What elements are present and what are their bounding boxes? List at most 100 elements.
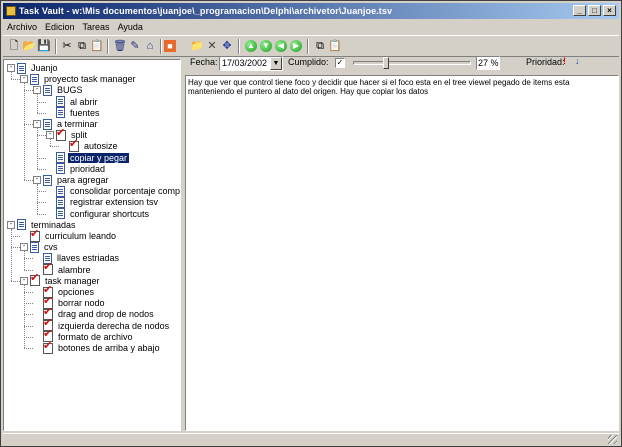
close-button[interactable]: × — [603, 5, 616, 16]
percent-slider-track[interactable] — [353, 61, 471, 65]
tree-expander-icon[interactable]: - — [33, 120, 41, 128]
tree-node[interactable]: - BUGS — [33, 84, 85, 96]
open-icon[interactable]: 📂 — [22, 39, 36, 53]
tree-node[interactable]: ✔ izquierda derecha de nodos — [33, 318, 171, 332]
stop-icon[interactable]: ■ — [164, 40, 176, 52]
cumplido-checkbox[interactable]: ✓ — [335, 58, 345, 68]
tree-connector — [37, 135, 46, 137]
tree-node-label[interactable]: al abrir — [68, 97, 100, 107]
tree-node-label[interactable]: Juanjo — [29, 63, 60, 73]
chevron-down-icon[interactable]: ▼ — [270, 57, 282, 70]
tree-node[interactable]: copiar y pegar — [46, 152, 130, 164]
arrow-left-icon[interactable]: ◀ — [274, 39, 288, 53]
cut-icon[interactable]: ✂ — [60, 39, 74, 53]
notes-editor[interactable]: Hay que ver que control tiene foco y dec… — [185, 75, 619, 431]
tree-node[interactable]: - ✔ split — [46, 126, 89, 141]
paste-task-icon[interactable]: 📋 — [328, 39, 342, 53]
tree-node-label[interactable]: borrar nodo — [56, 298, 107, 308]
tree-node[interactable]: -a terminar — [33, 118, 100, 130]
move-icon[interactable]: ✥ — [220, 39, 234, 53]
tree-node[interactable]: - para agregar — [33, 174, 111, 186]
tree-node-label[interactable]: copiar y pegar — [68, 152, 130, 163]
arrow-right-icon[interactable]: ▶ — [289, 39, 303, 53]
tree-expander-icon[interactable]: - — [46, 131, 54, 140]
title-bar[interactable]: Task Vault - w:\Mis documentos\juanjoe\_… — [3, 3, 619, 19]
tree-node[interactable]: - proyecto task manager — [20, 73, 138, 85]
tree-node[interactable]: ✔ curriculum leando — [20, 228, 118, 242]
tree-node[interactable]: consolidar porcentaje completa — [46, 185, 180, 197]
save-icon[interactable]: 💾 — [37, 39, 51, 53]
tree-node-label[interactable]: izquierda derecha de nodos — [56, 321, 171, 331]
tree-connector — [50, 139, 51, 147]
tree-node[interactable]: ✔ alambre — [33, 262, 93, 276]
tree-expander-icon[interactable]: - — [20, 276, 28, 285]
minimize-button[interactable]: _ — [573, 5, 586, 16]
tree-node-label[interactable]: llaves estriadas — [55, 253, 121, 263]
tree-node-label[interactable]: cvs — [42, 242, 60, 252]
tree-node-label[interactable]: para agregar — [55, 175, 111, 185]
priority-low-icon[interactable]: ↓ — [575, 56, 580, 66]
tree-node-label[interactable]: formato de archivo — [56, 332, 135, 342]
status-bar — [3, 433, 619, 445]
task-tree[interactable]: - Juanjo - proyecto task manager - BUGS al abr… — [3, 59, 181, 431]
tree-node-label[interactable]: alambre — [56, 265, 93, 275]
tree-node-label[interactable]: consolidar porcentaje completa — [68, 186, 180, 196]
maximize-button[interactable]: □ — [588, 5, 601, 16]
tree-node[interactable]: - Juanjo — [7, 62, 60, 74]
tree-connector — [24, 258, 33, 260]
resize-grip[interactable] — [608, 435, 617, 444]
tree-node-label[interactable]: prioridad — [68, 164, 107, 174]
home-icon[interactable]: ⌂ — [143, 39, 157, 53]
tree-node[interactable]: fuentes — [46, 107, 102, 119]
tree-node[interactable]: configurar shortcuts — [46, 208, 151, 220]
tree-node-label[interactable]: fuentes — [68, 108, 102, 118]
task-document-icon — [17, 219, 26, 231]
new-icon[interactable]: 🗋 — [7, 39, 21, 53]
arrow-up-icon[interactable]: ▲ — [244, 39, 258, 53]
tree-node-label[interactable]: registrar extension tsv — [68, 197, 160, 207]
tree-node[interactable]: al abrir — [46, 96, 100, 108]
menu-edicion[interactable]: Edicion — [45, 22, 75, 32]
menu-tareas[interactable]: Tareas — [83, 22, 110, 32]
open-folder-icon[interactable]: 📁 — [190, 39, 204, 53]
arrow-down-icon[interactable]: ▼ — [259, 39, 273, 53]
percent-field[interactable]: 27 % — [476, 56, 500, 70]
fecha-label: Fecha: — [190, 57, 218, 67]
tree-node-label[interactable]: autosize — [82, 141, 120, 151]
menu-ayuda[interactable]: Ayuda — [118, 22, 143, 32]
tree-node-label[interactable]: opciones — [56, 287, 96, 297]
tree-node-label[interactable]: curriculum leando — [43, 231, 118, 241]
tree-node[interactable]: prioridad — [46, 163, 107, 175]
tree-node-label[interactable]: proyecto task manager — [42, 74, 138, 84]
tree-node[interactable]: - terminadas — [7, 219, 78, 231]
tree-expander-icon[interactable]: - — [20, 75, 28, 84]
tree-connector — [24, 269, 33, 271]
tree-connector — [37, 94, 38, 113]
paste-icon[interactable]: 📋 — [90, 39, 104, 53]
tree-expander-icon[interactable]: - — [33, 176, 41, 184]
tree-node-label[interactable]: BUGS — [55, 85, 85, 95]
tree-node-label[interactable]: configurar shortcuts — [68, 209, 151, 219]
percent-slider-thumb[interactable] — [383, 57, 390, 69]
checkmark-icon: ✔ — [56, 126, 66, 139]
tree-expander-icon[interactable]: - — [7, 220, 15, 229]
tree-node[interactable]: ✔ autosize — [59, 138, 120, 152]
tree-connector — [11, 72, 12, 80]
tree-node[interactable]: - ✔ task manager — [20, 273, 102, 287]
priority-high-icon[interactable]: ! — [563, 56, 566, 66]
copy-task-icon[interactable]: ⧉ — [313, 39, 327, 53]
tree-node[interactable]: registrar extension tsv — [46, 196, 160, 208]
tree-expander-icon[interactable]: - — [20, 243, 28, 252]
cross-icon[interactable]: ✕ — [205, 39, 219, 53]
tree-node-label[interactable]: botones de arriba y abajo — [56, 343, 162, 353]
properties-icon[interactable]: ✎ — [128, 39, 142, 53]
tree-node-label[interactable]: drag and drop de nodos — [56, 309, 156, 319]
menu-archivo[interactable]: Archivo — [7, 22, 37, 32]
delete-icon[interactable]: 🗑 — [113, 39, 127, 53]
tree-node[interactable]: - cvs — [20, 241, 60, 253]
tree-expander-icon[interactable]: - — [7, 64, 15, 72]
copy-icon[interactable]: ⧉ — [75, 39, 89, 53]
fecha-combobox[interactable]: 17/03/2002 ▼ — [219, 56, 283, 71]
tree-expander-icon[interactable]: - — [33, 86, 41, 95]
tree-node[interactable]: ✔ botones de arriba y abajo — [33, 340, 162, 354]
